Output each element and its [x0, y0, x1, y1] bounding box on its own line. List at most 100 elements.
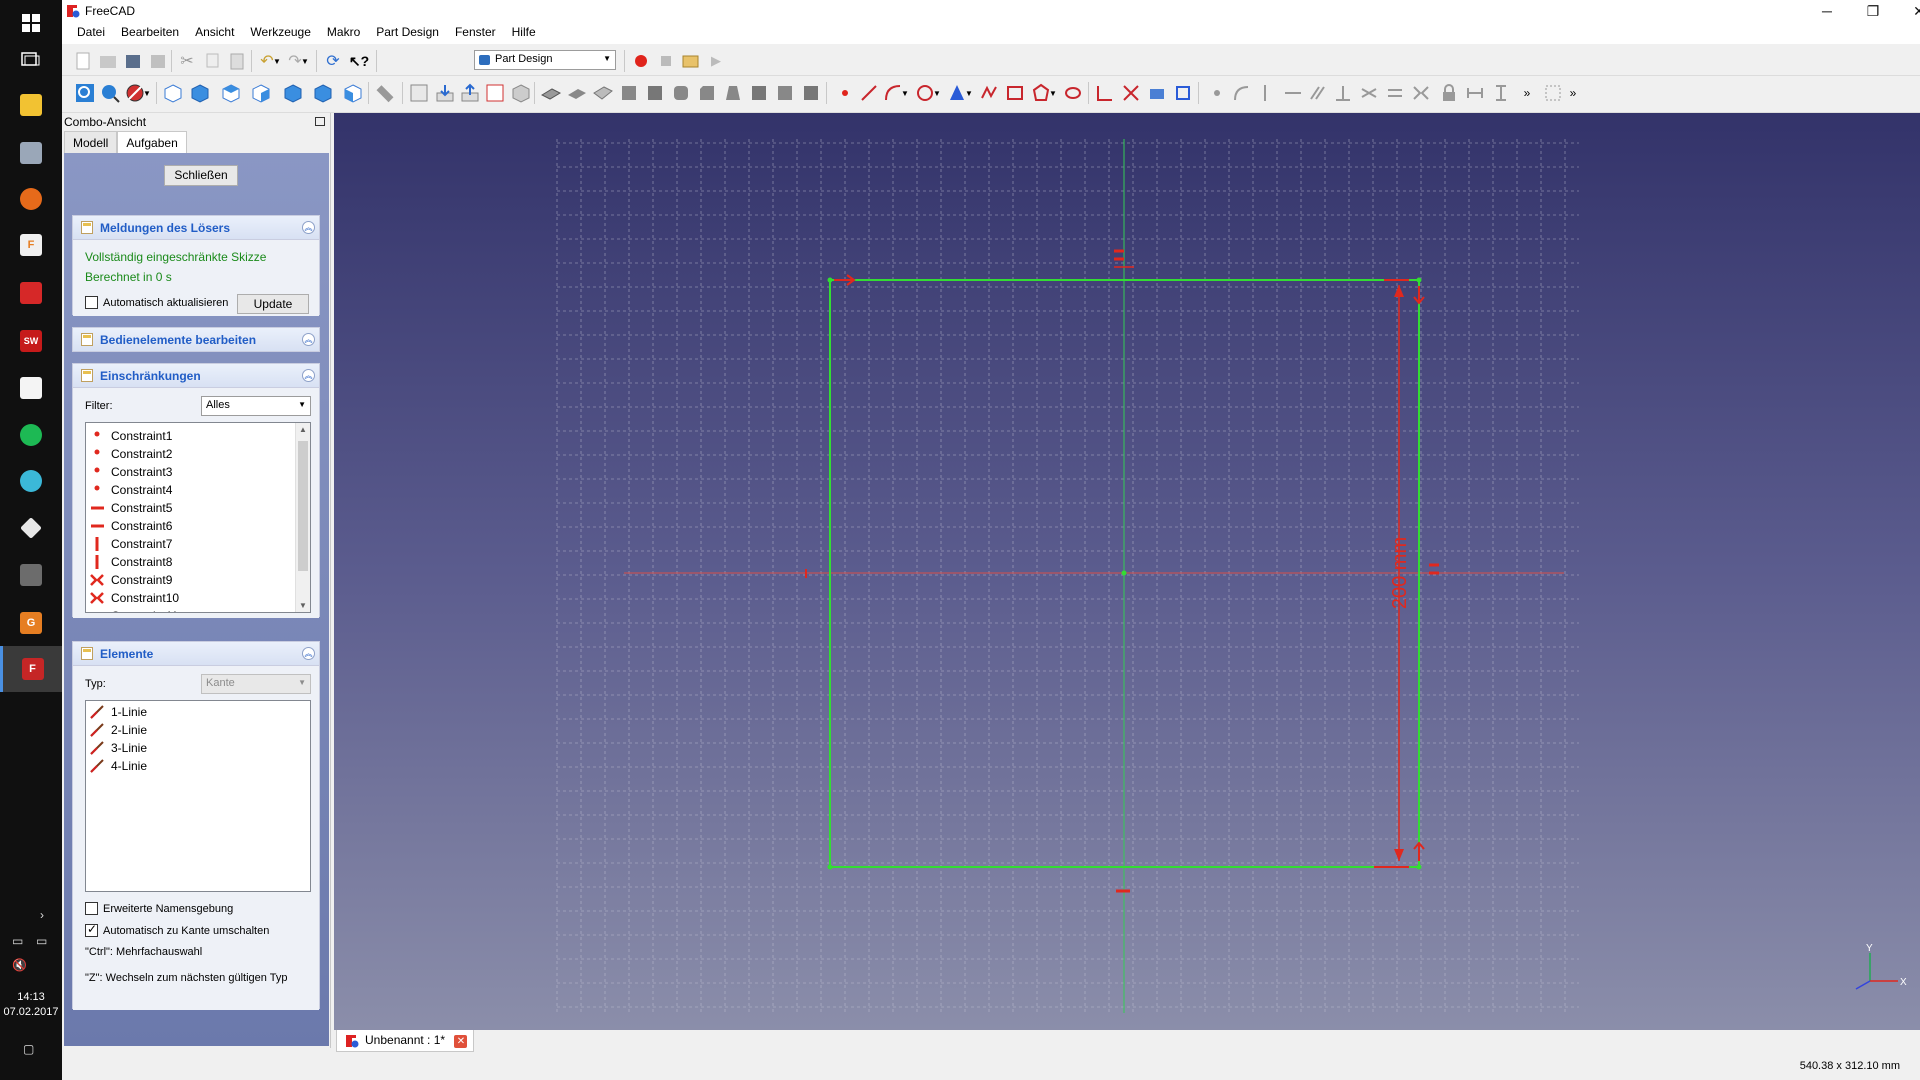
save-button[interactable]	[122, 50, 144, 72]
chamfer-button[interactable]	[696, 82, 718, 104]
export-button[interactable]	[459, 82, 481, 104]
scrollbar-thumb[interactable]	[298, 441, 308, 571]
chevron-right-icon[interactable]: ›	[40, 908, 44, 922]
constraint-item[interactable]: Constraint10	[90, 589, 179, 607]
constraint-item[interactable]: Constraint11	[90, 607, 178, 612]
close-sketch-button[interactable]: Schließen	[164, 165, 238, 186]
sketch-image-button[interactable]	[484, 82, 506, 104]
filter-select[interactable]: Alles ▼	[201, 396, 311, 416]
constrain-perpendicular-button[interactable]	[1332, 82, 1354, 104]
pocket-button[interactable]	[592, 82, 614, 104]
view-top-button[interactable]	[220, 82, 242, 104]
close-window-button[interactable]: ✕	[1896, 0, 1920, 22]
menu-bearbeiten[interactable]: Bearbeiten	[113, 22, 187, 44]
menu-werkzeuge[interactable]: Werkzeuge	[242, 22, 318, 44]
taskbar-firefox[interactable]	[0, 176, 62, 222]
taskbar-spotify[interactable]	[0, 412, 62, 458]
sketch-fillet-button[interactable]	[1094, 82, 1116, 104]
workbench-selector[interactable]: Part Design ▼	[474, 50, 616, 70]
pad-button[interactable]	[566, 82, 588, 104]
constraint-item[interactable]: Constraint1	[90, 427, 172, 445]
extended-naming-checkbox[interactable]	[85, 902, 98, 915]
conic-dropdown[interactable]: ▼	[964, 82, 974, 104]
constrain-point-on-object-button[interactable]	[1230, 82, 1252, 104]
body-button[interactable]	[408, 82, 430, 104]
sketch-point-button[interactable]	[834, 82, 856, 104]
sketch-viewport[interactable]: 200 mm Y X	[334, 113, 1920, 1030]
revolution-button[interactable]	[618, 82, 640, 104]
copy-button[interactable]	[201, 50, 223, 72]
auto-update-checkbox[interactable]	[85, 296, 98, 309]
refresh-button[interactable]: ⟳	[322, 50, 344, 72]
view-isometric-button[interactable]	[162, 82, 184, 104]
menu-ansicht[interactable]: Ansicht	[187, 22, 242, 44]
menu-makro[interactable]: Makro	[319, 22, 368, 44]
constraint-item[interactable]: Constraint4	[90, 481, 172, 499]
measure-button[interactable]	[374, 82, 396, 104]
constrain-coincident-button[interactable]	[1206, 82, 1228, 104]
constraints-scrollbar[interactable]: ▲ ▼	[295, 423, 310, 612]
element-item[interactable]: 4-Linie	[90, 757, 147, 775]
notification-icon[interactable]: ▢	[23, 1042, 34, 1056]
constrain-vertical-button[interactable]	[1254, 82, 1276, 104]
view-left-button[interactable]	[342, 82, 364, 104]
scroll-down-icon[interactable]: ▼	[299, 601, 307, 610]
taskbar-clock[interactable]: 14:13 07.02.2017	[0, 990, 62, 1020]
vertex-bottom-right[interactable]	[1416, 864, 1422, 870]
external-geometry-button[interactable]	[1146, 82, 1168, 104]
collapse-icon[interactable]: ︽	[302, 221, 315, 234]
constrain-vertical-distance-button[interactable]	[1490, 82, 1512, 104]
view-rear-button[interactable]	[282, 82, 304, 104]
restore-button[interactable]: ❐	[1850, 0, 1896, 22]
auto-switch-checkbox[interactable]	[85, 922, 98, 937]
element-item[interactable]: 1-Linie	[90, 703, 147, 721]
constrain-tangent-button[interactable]	[1358, 82, 1380, 104]
equal-constraint-top[interactable]	[1114, 249, 1124, 261]
shape-binder-button[interactable]	[434, 82, 456, 104]
save-as-button[interactable]	[147, 50, 169, 72]
macro-run-button[interactable]: ▶	[705, 50, 727, 72]
taskbar-app-gray[interactable]	[0, 552, 62, 598]
fit-selection-button[interactable]	[99, 82, 121, 104]
constrain-parallel-button[interactable]	[1306, 82, 1328, 104]
circle-dropdown[interactable]: ▼	[932, 82, 942, 104]
constraint-item[interactable]: Constraint3	[90, 463, 172, 481]
elements-list[interactable]: 1-Linie 2-Linie 3-Linie 4-Linie	[85, 700, 311, 892]
taskbar-freecad[interactable]: F	[0, 646, 62, 692]
constrain-equal-button[interactable]	[1384, 82, 1406, 104]
constraints-header[interactable]: Einschränkungen ︽	[73, 364, 319, 388]
taskbar-solidworks[interactable]: SW	[0, 318, 62, 364]
constraint-item[interactable]: Constraint7	[90, 535, 172, 553]
undock-button[interactable]	[315, 117, 325, 126]
datum-plane-button[interactable]	[540, 82, 562, 104]
macro-record-button[interactable]	[630, 50, 652, 72]
mirrored-button[interactable]	[774, 82, 796, 104]
constrain-horizontal-button[interactable]	[1282, 82, 1304, 104]
arc-dropdown[interactable]: ▼	[900, 82, 910, 104]
view-right-button[interactable]	[250, 82, 272, 104]
menu-fenster[interactable]: Fenster	[447, 22, 504, 44]
taskbar-settings-app[interactable]	[0, 458, 62, 504]
tab-aufgaben[interactable]: Aufgaben	[117, 131, 187, 153]
collapse-icon[interactable]: ︽	[302, 333, 315, 346]
macro-stop-button[interactable]	[655, 50, 677, 72]
sketch-slot-button[interactable]	[1062, 82, 1084, 104]
collapse-icon[interactable]: ︽	[302, 647, 315, 660]
vertical-constraint-right-bottom[interactable]	[1413, 841, 1425, 861]
taskbar-printer[interactable]	[0, 130, 62, 176]
macro-edit-button[interactable]	[680, 50, 702, 72]
polygon-dropdown[interactable]: ▼	[1048, 82, 1058, 104]
sketch-trim-button[interactable]	[1120, 82, 1142, 104]
dimension-label[interactable]: 200 mm	[1389, 537, 1411, 609]
menu-datei[interactable]: Datei	[69, 22, 113, 44]
solver-messages-header[interactable]: Meldungen des Lösers ︽	[73, 216, 319, 240]
update-button[interactable]: Update	[237, 294, 309, 314]
constraint-item[interactable]: Constraint2	[90, 445, 172, 463]
fit-all-button[interactable]	[74, 82, 96, 104]
vertex-bottom-left[interactable]	[827, 864, 833, 870]
menu-part-design[interactable]: Part Design	[368, 22, 447, 44]
sketch-polyline-button[interactable]	[978, 82, 1000, 104]
vertical-constraint-right[interactable]	[1413, 286, 1425, 305]
open-file-button[interactable]	[97, 50, 119, 72]
taskbar-explorer[interactable]	[0, 82, 62, 128]
